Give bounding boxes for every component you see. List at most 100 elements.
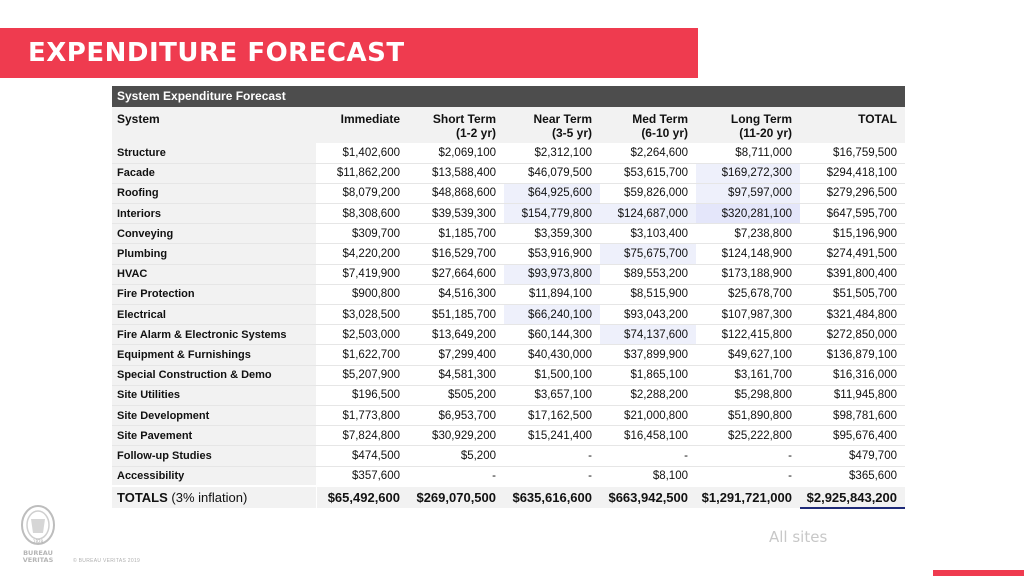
row-med-value: $21,000,800 [600, 405, 696, 427]
totals-long-term: $1,291,721,000 [696, 485, 800, 509]
page-title: EXPENDITURE FORECAST [28, 38, 405, 68]
copyright-text: © BUREAU VERITAS 2019 [73, 558, 141, 564]
row-system-name: Special Construction & Demo [112, 365, 317, 386]
table-row: Site Development $1,773,800 $6,953,700 $17,… [112, 405, 905, 427]
row-long-value: $51,890,800 [696, 405, 800, 427]
row-near-value: - [504, 445, 600, 467]
logo-year: 1828 [33, 539, 44, 544]
row-long-value: $124,148,900 [696, 243, 800, 265]
table-row: Site Pavement $7,824,800 $30,929,200 $15,24… [112, 425, 905, 447]
row-long-value: $7,238,800 [696, 223, 800, 245]
table-row: Facade $11,862,200 $13,588,400 $46,079,500 $… [112, 163, 905, 184]
row-near-value: $154,779,800 [504, 203, 600, 225]
row-short-value: $1,185,700 [408, 223, 504, 245]
row-med-value: $124,687,000 [600, 203, 696, 225]
row-short-value: $5,200 [408, 445, 504, 467]
row-long-value: $5,298,800 [696, 385, 800, 406]
row-near-value: $40,430,000 [504, 344, 600, 366]
table-row: Accessibility $357,600- - $8,100- $365,600 [112, 466, 905, 487]
row-immediate-value: $357,600 [316, 466, 408, 487]
row-med-value: $8,515,900 [600, 284, 696, 306]
row-immediate-value: $11,862,200 [316, 163, 408, 184]
row-system-name: Site Development [112, 405, 317, 427]
row-near-value: $66,240,100 [504, 304, 600, 326]
row-immediate-value: $8,308,600 [316, 203, 408, 225]
row-total-value: $294,418,100 [800, 163, 905, 184]
row-immediate-value: $1,773,800 [316, 405, 408, 427]
row-near-value: $53,916,900 [504, 243, 600, 265]
header-near-term: Near Term (3-5 yr) [504, 107, 600, 143]
row-med-value: $16,458,100 [600, 425, 696, 447]
row-immediate-value: $900,800 [316, 284, 408, 306]
header-long-term-range: (11-20 yr) [739, 126, 792, 140]
totals-label-text: TOTALS [117, 490, 168, 506]
row-system-name: Fire Alarm & Electronic Systems [112, 324, 317, 346]
table-row: Electrical $3,028,500 $51,185,700 $66,240,1… [112, 304, 905, 326]
header-long-term-label: Long Term [730, 112, 792, 126]
row-total-value: $272,850,000 [800, 324, 905, 346]
row-immediate-value: $8,079,200 [316, 183, 408, 205]
row-near-value: $3,657,100 [504, 385, 600, 406]
row-system-name: Roofing [112, 183, 317, 205]
svg-text:VERITAS: VERITAS [23, 556, 54, 563]
bureau-veritas-logo: 1828 BUREAU VERITAS [21, 505, 55, 563]
row-long-value: $25,222,800 [696, 425, 800, 447]
row-immediate-value: $2,503,000 [316, 324, 408, 346]
row-med-value: $2,288,200 [600, 385, 696, 406]
row-short-value: $4,516,300 [408, 284, 504, 306]
table-row: Plumbing $4,220,200 $16,529,700 $53,916,900… [112, 243, 905, 265]
row-med-value: - [600, 445, 696, 467]
table-row: Site Utilities $196,500 $505,200 $3,657,100… [112, 385, 905, 406]
header-system: System [112, 107, 316, 143]
expenditure-table-container: System Expenditure Forecast System Immed… [112, 86, 905, 510]
row-near-value: $60,144,300 [504, 324, 600, 346]
row-near-value: $11,894,100 [504, 284, 600, 306]
header-near-term-range: (3-5 yr) [551, 126, 592, 140]
row-immediate-value: $4,220,200 [316, 243, 408, 265]
table-row: Interiors $8,308,600 $39,539,300 $154,779,8… [112, 203, 905, 225]
row-total-value: $136,879,100 [800, 344, 905, 366]
header-short-term-range: (1-2 yr) [455, 126, 496, 140]
row-total-value: $51,505,700 [800, 284, 905, 306]
row-med-value: $8,100 [600, 466, 696, 487]
row-total-value: $98,781,600 [800, 405, 905, 427]
row-system-name: Site Utilities [112, 385, 317, 406]
row-short-value: $13,649,200 [408, 324, 504, 346]
row-med-value: $93,043,200 [600, 304, 696, 326]
row-system-name: Structure [112, 143, 317, 164]
row-near-value: $3,359,300 [504, 223, 600, 245]
table-row: Roofing $8,079,200 $48,868,600 $64,925,600 $… [112, 183, 905, 205]
row-short-value: - [408, 466, 504, 487]
row-med-value: $75,675,700 [600, 243, 696, 265]
row-near-value: $17,162,500 [504, 405, 600, 427]
row-immediate-value: $7,824,800 [316, 425, 408, 447]
row-system-name: Interiors [112, 203, 317, 225]
row-near-value: $2,312,100 [504, 143, 600, 164]
row-system-name: Fire Protection [112, 284, 317, 306]
row-total-value: $365,600 [800, 466, 905, 487]
row-total-value: $274,491,500 [800, 243, 905, 265]
row-long-value: - [696, 466, 800, 487]
totals-label-suffix: (3% inflation) [167, 490, 248, 506]
row-med-value: $1,865,100 [600, 365, 696, 386]
row-immediate-value: $3,028,500 [316, 304, 408, 326]
row-total-value: $391,800,400 [800, 264, 905, 285]
row-system-name: Conveying [112, 223, 317, 245]
title-banner: EXPENDITURE FORECAST [0, 28, 698, 78]
header-long-term: Long Term (11-20 yr) [696, 107, 800, 143]
totals-short-term: $269,070,500 [408, 485, 504, 509]
table-row: Structure $1,402,600 $2,069,100 $2,312,100 $… [112, 143, 905, 164]
totals-immediate: $65,492,600 [316, 485, 408, 509]
row-immediate-value: $1,402,600 [316, 143, 408, 164]
table-row: Special Construction & Demo $5,207,900 $4,… [112, 365, 905, 386]
row-short-value: $6,953,700 [408, 405, 504, 427]
row-near-value: $46,079,500 [504, 163, 600, 184]
row-near-value: $15,241,400 [504, 425, 600, 447]
row-immediate-value: $1,622,700 [316, 344, 408, 366]
row-near-value: $1,500,100 [504, 365, 600, 386]
row-system-name: Equipment & Furnishings [112, 344, 317, 366]
row-med-value: $2,264,600 [600, 143, 696, 164]
header-total: TOTAL [800, 107, 905, 143]
expenditure-table: System Immediate Short Term (1-2 yr) Near… [112, 107, 905, 510]
table-row: Follow-up Studies $474,500 $5,200- - - $479,7… [112, 445, 905, 467]
